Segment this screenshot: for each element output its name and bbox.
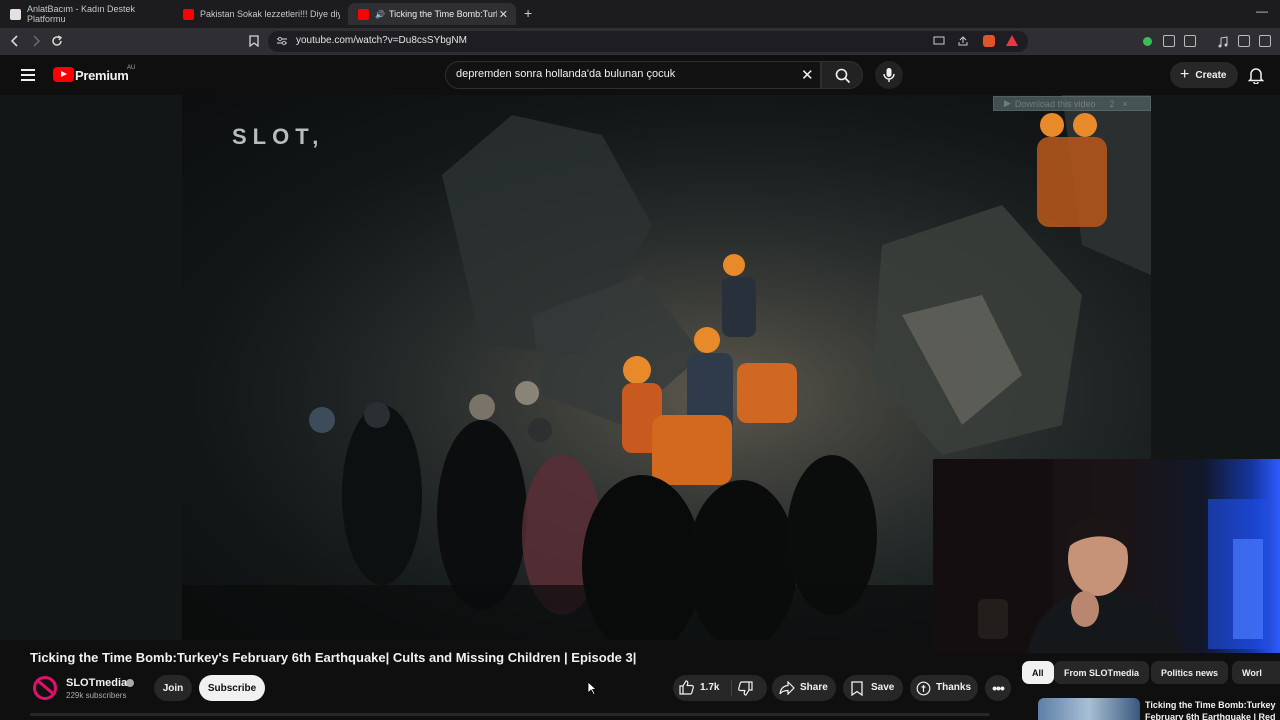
chip-all[interactable]: All [1022,661,1054,684]
browser-tab-strip: AnlatBacım - Kadın Destek Platformu Paki… [0,0,1280,28]
sidebar-icon[interactable] [1238,35,1250,47]
create-label: Create [1195,69,1227,81]
streamer-webcam-image [933,459,1268,653]
browser-toolbar [0,28,1280,55]
recommended-title-line: Ticking the Time Bomb:Turkey [1145,700,1276,710]
slot-watermark: SLOT, [232,124,325,149]
minimize-window-button[interactable]: — [1256,4,1268,18]
description-box-edge [30,713,990,716]
chip-from-channel[interactable]: From SLOTmedia [1054,661,1150,684]
save-bookmark-icon [851,681,863,696]
wallet-icon[interactable] [1259,35,1271,47]
youtube-logo-icon[interactable] [53,67,74,82]
youtube-favicon-icon [358,8,369,20]
microphone-icon [883,68,895,82]
download-banner-label: Download this video [1014,98,1096,109]
close-icon[interactable]: × [1123,99,1128,109]
search-query-text: depremden sonra hollanda'da bulunan çocu… [456,68,676,80]
share-page-icon[interactable] [955,33,971,49]
screenshot-icon[interactable] [1184,35,1196,47]
browser-tab-1[interactable]: AnlatBacım - Kadın Destek Platformu [0,3,170,25]
subscribe-label: Subscribe [207,682,257,694]
cast-icon[interactable] [931,33,947,49]
chip-world[interactable]: Worl [1232,661,1280,684]
tab-title: Ticking the Time Bomb:Turke [388,9,497,19]
mouse-cursor-icon [587,681,597,695]
clear-search-icon[interactable]: ✕ [801,66,814,84]
webcam-overlay [933,459,1280,653]
play-icon: ▶ [1004,98,1011,108]
audio-playing-icon: 🔊 [375,9,385,19]
extensions-puzzle-icon[interactable] [1163,35,1175,47]
music-note-icon[interactable] [1217,35,1229,48]
search-button[interactable] [821,61,863,89]
thumbs-up-icon[interactable] [679,680,694,695]
like-divider [731,680,732,696]
recommended-video-title[interactable]: Ticking the Time Bomb:Turkey February 6t… [1145,699,1280,720]
site-settings-icon[interactable] [274,33,290,49]
browser-tab-2[interactable]: Pakistan Sokak lezzetleri!!! Diye diye [173,3,345,25]
hamburger-menu-icon[interactable] [21,69,35,81]
recommended-video-thumbnail[interactable] [1038,698,1140,720]
chip-label: Worl [1242,667,1262,678]
forward-arrow-icon[interactable] [28,33,44,49]
region-code: AU [127,65,136,71]
chip-label: From SLOTmedia [1064,667,1140,678]
chip-label: All [1032,667,1044,678]
tab-title: Pakistan Sokak lezzetleri!!! Diye diye [200,9,340,19]
download-video-banner[interactable]: ▶ Download this video 2 × [993,96,1151,111]
extension-green-icon[interactable] [1143,37,1152,46]
notifications-bell-icon[interactable] [1248,66,1264,84]
tab-favicon-icon [10,8,21,20]
brave-rewards-icon[interactable] [1006,35,1018,46]
like-count[interactable]: 1.7k [700,682,719,693]
bookmark-icon[interactable] [246,33,262,49]
subscriber-count: 229k subscribers [66,691,127,700]
more-actions-button[interactable]: ••• [985,675,1011,701]
subscribe-button[interactable]: Subscribe [199,675,265,701]
super-thanks-icon [916,681,931,696]
chip-label: Politics news [1161,667,1219,678]
search-icon [835,68,851,84]
tab-title: AnlatBacım - Kadın Destek Platformu [27,4,136,24]
save-label: Save [871,682,895,693]
create-button[interactable]: + Create [1170,62,1238,88]
voice-search-button[interactable] [875,61,903,89]
brave-shield-icon[interactable] [983,35,995,47]
url-text: youtube.com/watch?v=Du8csSYbgNM [296,35,467,46]
download-counter: 2 [1109,98,1115,109]
video-title: Ticking the Time Bomb:Turkey's February … [30,650,637,665]
channel-name[interactable]: SLOTmedia [66,677,127,689]
back-arrow-icon[interactable] [7,33,23,49]
thanks-label: Thanks [936,682,972,693]
share-label: Share [800,682,828,693]
plus-icon: + [1180,66,1190,83]
verified-badge-icon [126,679,134,687]
browser-tab-3-active[interactable]: 🔊 Ticking the Time Bomb:Turke ✕ [348,3,516,25]
more-horizontal-icon: ••• [992,680,1005,696]
chip-politics-news[interactable]: Politics news [1151,661,1229,684]
reload-icon[interactable] [49,33,65,49]
thumbs-down-icon[interactable] [738,681,753,696]
tab-close-icon[interactable]: ✕ [499,8,508,21]
youtube-favicon-icon [183,8,194,20]
recommended-title-line: February 6th Earthquake | Red [1145,712,1276,720]
share-arrow-icon [779,681,795,695]
join-button[interactable]: Join [154,675,192,701]
youtube-premium-wordmark[interactable]: Premium [75,68,129,83]
new-tab-button[interactable]: + [524,5,532,21]
join-label: Join [162,682,184,694]
channel-avatar[interactable] [33,676,57,700]
